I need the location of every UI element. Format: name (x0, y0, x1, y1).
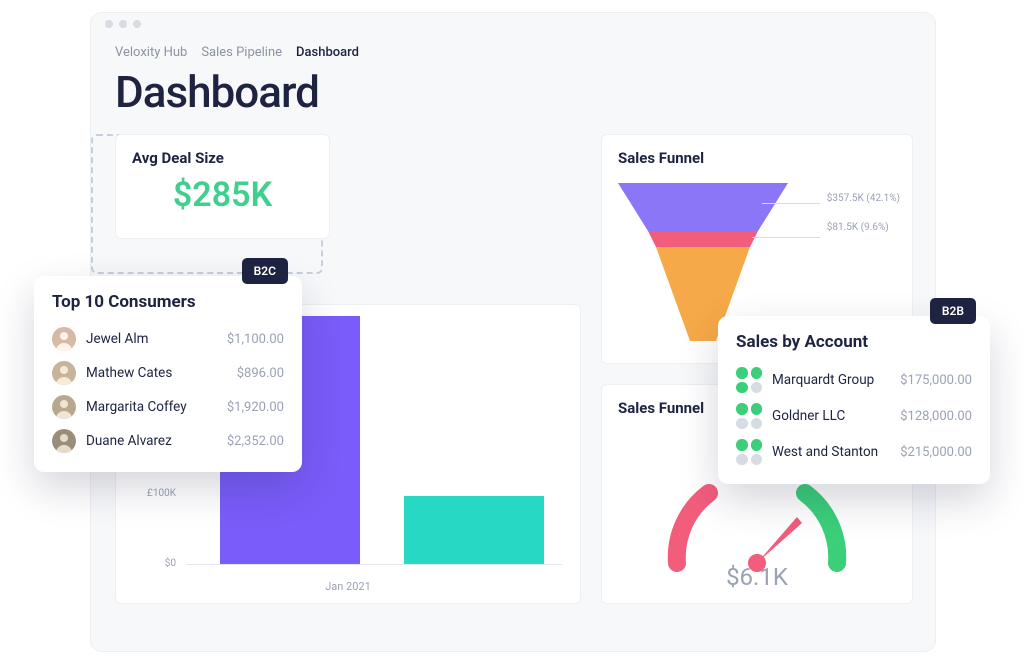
breadcrumb-section[interactable]: Sales Pipeline (201, 45, 282, 60)
avatar (52, 429, 76, 453)
card-avg-deal-size[interactable]: Avg Deal Size $285K (115, 134, 330, 239)
traffic-light-icon (105, 20, 113, 28)
account-amount: $175,000.00 (900, 373, 972, 388)
bar-series-b (404, 496, 544, 564)
list-item[interactable]: Mathew Cates $896.00 (52, 356, 284, 390)
leader-line (762, 203, 820, 204)
card-title: Top 10 Consumers (52, 292, 284, 312)
avg-deal-value: $285K (116, 173, 329, 215)
traffic-light-icon (119, 20, 127, 28)
status-quad-icon (736, 403, 762, 429)
account-name: West and Stanton (772, 444, 890, 460)
funnel-stage-label: $81.5K (9.6%) (827, 222, 900, 233)
status-quad-icon (736, 367, 762, 393)
avatar (52, 361, 76, 385)
account-name: Marquardt Group (772, 372, 890, 388)
window-titlebar (91, 13, 935, 35)
x-axis-label: Jan 2021 (116, 580, 580, 593)
card-title: Sales Funnel (602, 135, 912, 173)
avatar (52, 327, 76, 351)
account-amount: $215,000.00 (900, 445, 972, 460)
consumer-amount: $896.00 (237, 366, 284, 381)
page-title: Dashboard (91, 60, 935, 134)
consumer-name: Margarita Coffey (86, 399, 217, 415)
list-item[interactable]: Margarita Coffey $1,920.00 (52, 390, 284, 424)
consumer-amount: $2,352.00 (227, 434, 284, 449)
funnel-legend: $357.5K (42.1%) $81.5K (9.6%) (827, 193, 900, 251)
account-name: Goldner LLC (772, 408, 890, 424)
badge-b2b: B2B (930, 298, 976, 324)
breadcrumb-current: Dashboard (296, 45, 359, 60)
consumer-name: Jewel Alm (86, 331, 217, 347)
leader-line (752, 237, 820, 238)
consumer-amount: $1,920.00 (227, 400, 284, 415)
card-title: Sales by Account (736, 332, 972, 352)
badge-b2c: B2C (242, 258, 288, 284)
list-item[interactable]: West and Stanton $215,000.00 (736, 434, 972, 470)
list-item[interactable]: Goldner LLC $128,000.00 (736, 398, 972, 434)
y-tick: $0 (126, 558, 176, 569)
consumer-name: Duane Alvarez (86, 433, 217, 449)
card-top-consumers[interactable]: B2C Top 10 Consumers Jewel Alm $1,100.00… (34, 276, 302, 472)
list-item[interactable]: Marquardt Group $175,000.00 (736, 362, 972, 398)
breadcrumb: Veloxity Hub Sales Pipeline Dashboard (91, 35, 935, 60)
funnel-stage-label: $357.5K (42.1%) (827, 193, 900, 204)
list-item[interactable]: Jewel Alm $1,100.00 (52, 322, 284, 356)
breadcrumb-app[interactable]: Veloxity Hub (115, 45, 187, 60)
traffic-light-icon (133, 20, 141, 28)
gauge-value: $6.1K (602, 563, 912, 591)
consumer-amount: $1,100.00 (227, 332, 284, 347)
avatar (52, 395, 76, 419)
consumer-name: Mathew Cates (86, 365, 227, 381)
card-sales-by-account[interactable]: B2B Sales by Account Marquardt Group $17… (718, 316, 990, 484)
list-item[interactable]: Duane Alvarez $2,352.00 (52, 424, 284, 458)
y-tick: £100K (126, 488, 176, 499)
status-quad-icon (736, 439, 762, 465)
account-amount: $128,000.00 (900, 409, 972, 424)
card-title: Avg Deal Size (116, 135, 329, 173)
